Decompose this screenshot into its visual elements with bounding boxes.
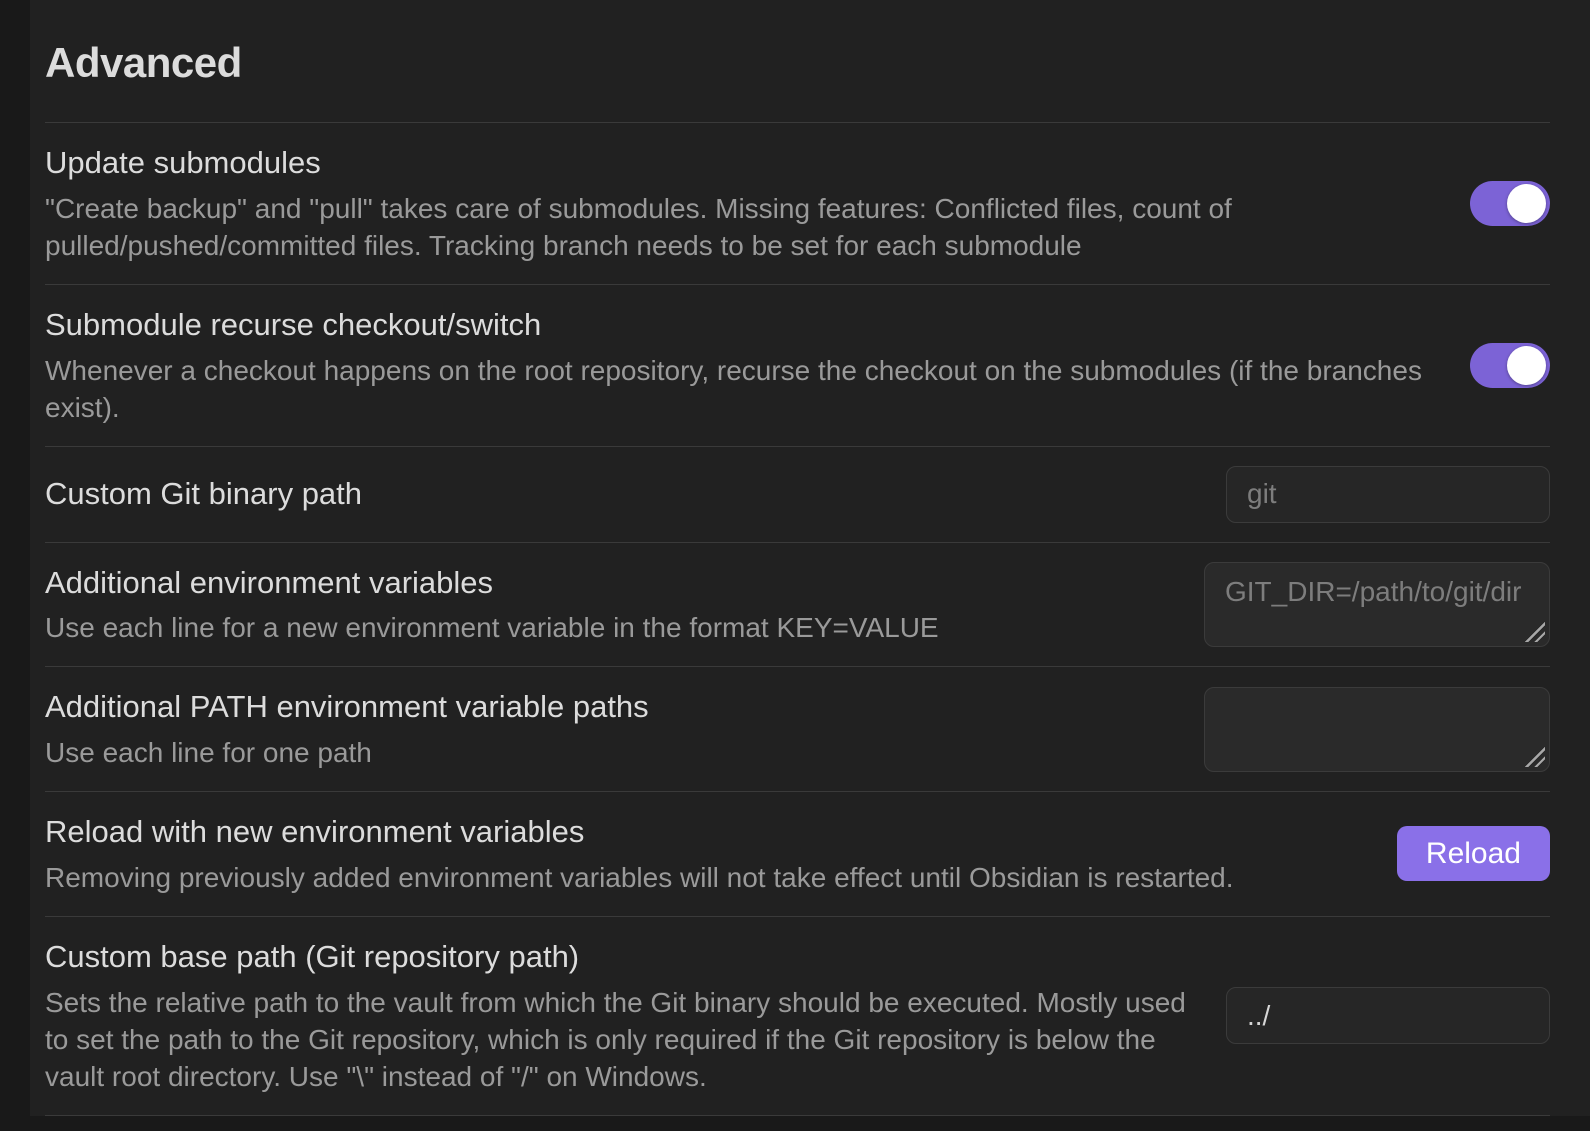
setting-custom-base-path: Custom base path (Git repository path) S… (45, 916, 1550, 1115)
path-env-variables-textarea[interactable] (1204, 687, 1550, 772)
section-end-divider (45, 1115, 1550, 1131)
reload-button[interactable]: Reload (1397, 826, 1550, 881)
setting-control (1204, 562, 1550, 647)
git-binary-path-input[interactable] (1226, 466, 1550, 523)
setting-description: Sets the relative path to the vault from… (45, 985, 1192, 1096)
setting-name: Update submodules (45, 142, 1436, 184)
setting-name: Reload with new environment variables (45, 811, 1363, 853)
update-submodules-toggle[interactable] (1470, 181, 1550, 226)
setting-info: Custom base path (Git repository path) S… (45, 936, 1192, 1096)
setting-info: Additional PATH environment variable pat… (45, 686, 1170, 772)
setting-name: Submodule recurse checkout/switch (45, 304, 1436, 346)
textarea-wrap (1204, 687, 1550, 772)
setting-description: Use each line for one path (45, 735, 1170, 772)
page-title: Advanced (45, 0, 1550, 122)
setting-name: Custom base path (Git repository path) (45, 936, 1192, 978)
setting-description: Use each line for a new environment vari… (45, 610, 1170, 647)
setting-description: Whenever a checkout happens on the root … (45, 353, 1436, 427)
submodule-recurse-toggle[interactable] (1470, 343, 1550, 388)
setting-control (1226, 466, 1550, 523)
setting-info: Reload with new environment variables Re… (45, 811, 1363, 897)
toggle-knob (1507, 346, 1546, 385)
setting-env-variables: Additional environment variables Use eac… (45, 542, 1550, 667)
setting-control (1470, 343, 1550, 388)
setting-submodule-recurse: Submodule recurse checkout/switch Whenev… (45, 284, 1550, 446)
setting-description: "Create backup" and "pull" takes care of… (45, 191, 1436, 265)
setting-git-binary-path: Custom Git binary path (45, 446, 1550, 542)
toggle-knob (1507, 184, 1546, 223)
setting-control (1470, 181, 1550, 226)
env-variables-textarea[interactable] (1204, 562, 1550, 647)
setting-info: Additional environment variables Use eac… (45, 562, 1170, 648)
setting-name: Additional environment variables (45, 562, 1170, 604)
custom-base-path-input[interactable] (1226, 987, 1550, 1044)
setting-info: Submodule recurse checkout/switch Whenev… (45, 304, 1436, 427)
setting-name: Custom Git binary path (45, 473, 1192, 515)
setting-description: Removing previously added environment va… (45, 860, 1363, 897)
textarea-wrap (1204, 562, 1550, 647)
setting-name: Additional PATH environment variable pat… (45, 686, 1170, 728)
setting-control: Reload (1397, 826, 1550, 881)
setting-update-submodules: Update submodules "Create backup" and "p… (45, 122, 1550, 284)
settings-pane: Advanced Update submodules "Create backu… (30, 0, 1590, 1116)
setting-control (1204, 687, 1550, 772)
setting-info: Custom Git binary path (45, 473, 1192, 515)
setting-reload-env: Reload with new environment variables Re… (45, 791, 1550, 916)
setting-path-env-variables: Additional PATH environment variable pat… (45, 666, 1550, 791)
setting-control (1226, 987, 1550, 1044)
setting-info: Update submodules "Create backup" and "p… (45, 142, 1436, 265)
